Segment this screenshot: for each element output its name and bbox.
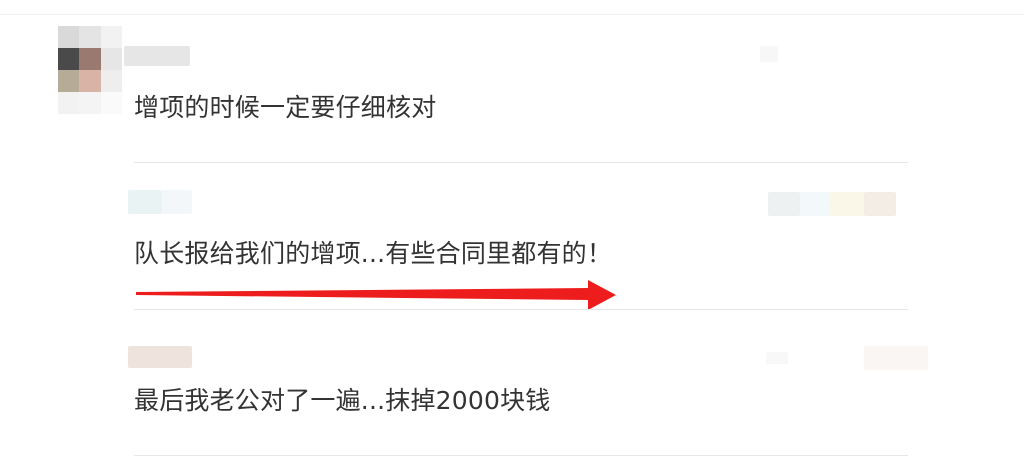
user-avatar[interactable]	[58, 26, 122, 114]
comment-divider	[134, 162, 908, 163]
top-divider	[0, 14, 1024, 15]
meta-blurred	[864, 192, 896, 216]
username-blurred[interactable]	[124, 46, 190, 66]
comment-divider	[134, 455, 908, 456]
meta-blurred	[800, 192, 830, 216]
username-blurred[interactable]	[128, 346, 192, 368]
meta-blurred	[830, 192, 864, 216]
username-blurred[interactable]	[128, 190, 162, 214]
meta-blurred	[766, 352, 788, 364]
meta-blurred	[864, 346, 928, 370]
comment-text: 最后我老公对了一遍...抹掉2000块钱	[134, 386, 551, 415]
comment-text: 增项的时候一定要仔细核对	[134, 93, 437, 122]
username-blurred	[162, 190, 192, 214]
comment-thread: 增项的时候一定要仔细核对 队长报给我们的增项...有些合同里都有的！ 最后我老公…	[0, 0, 1024, 474]
meta-blurred	[768, 192, 800, 216]
comment-text: 队长报给我们的增项...有些合同里都有的！	[134, 239, 613, 268]
comment-divider	[134, 309, 908, 310]
meta-blurred	[760, 46, 778, 62]
